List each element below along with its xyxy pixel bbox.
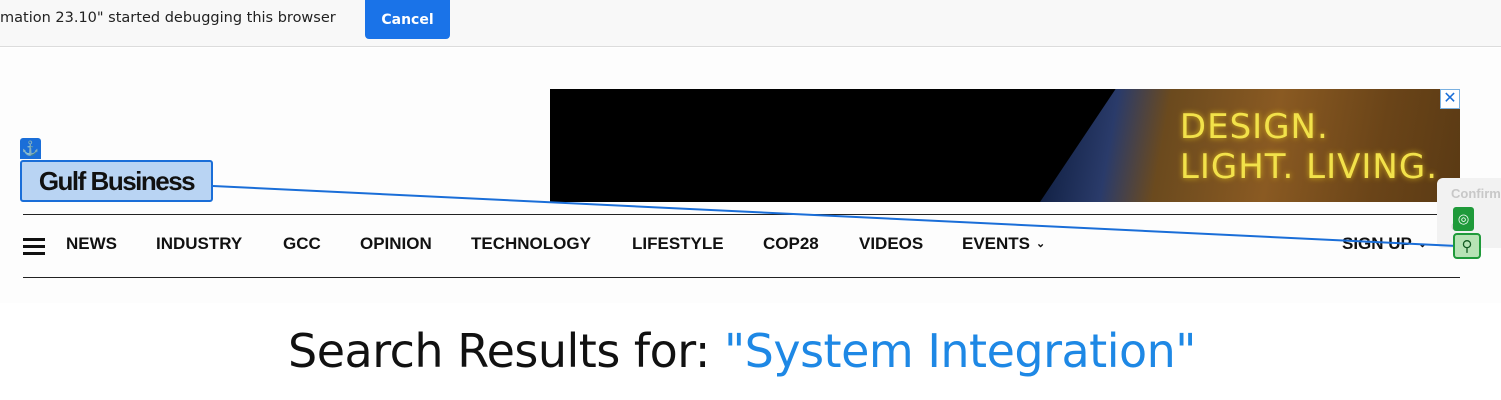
ad-close-icon[interactable]: ✕ <box>1440 89 1460 109</box>
sign-up-link[interactable]: SIGN UP ⌄ <box>1342 234 1427 254</box>
nav-divider-top <box>23 214 1460 215</box>
anchor-icon: ⚓ <box>20 138 41 159</box>
debugging-banner: mation 23.10" started debugging this bro… <box>0 0 1501 47</box>
nav-item-events-label: EVENTS <box>962 234 1031 253</box>
search-results-prefix: Search Results for: <box>288 324 724 378</box>
ad-slogan-line-2: LIGHT. LIVING. <box>1179 147 1438 187</box>
nav-item-gcc[interactable]: GCC <box>283 234 321 254</box>
sign-up-label: SIGN UP <box>1342 234 1412 253</box>
nav-item-lifestyle[interactable]: LIFESTYLE <box>632 234 724 254</box>
confirm-label: Confirm <box>1451 186 1501 201</box>
nav-item-cop28[interactable]: COP28 <box>763 234 819 254</box>
cancel-debugging-button[interactable]: Cancel <box>365 0 450 39</box>
debugging-message: mation 23.10" started debugging this bro… <box>0 10 336 26</box>
chevron-down-icon: ⌄ <box>1417 238 1428 250</box>
nav-item-opinion[interactable]: OPINION <box>360 234 432 254</box>
ad-slogan: DESIGN. LIGHT. LIVING. <box>1180 107 1438 187</box>
nav-divider-bottom <box>23 277 1460 278</box>
chevron-down-icon: ⌄ <box>1036 238 1046 250</box>
ad-slogan-line-1: DESIGN. <box>1179 107 1329 147</box>
nav-item-industry[interactable]: INDUSTRY <box>156 234 242 254</box>
advertisement-banner[interactable]: DESIGN. LIGHT. LIVING. <box>550 89 1460 202</box>
nav-item-events[interactable]: EVENTS ⌄ <box>962 234 1045 254</box>
nav-item-technology[interactable]: TECHNOLOGY <box>471 234 591 254</box>
site-logo[interactable]: Gulf Business <box>20 160 213 202</box>
search-term: "System Integration" <box>724 324 1196 378</box>
target-icon[interactable]: ◎ <box>1453 207 1474 231</box>
nav-item-news[interactable]: NEWS <box>66 234 117 254</box>
search-icon[interactable]: ⚲ <box>1453 233 1481 259</box>
hamburger-menu-icon[interactable] <box>23 238 45 255</box>
nav-item-videos[interactable]: VIDEOS <box>859 234 923 254</box>
search-results-heading: Search Results for: "System Integration" <box>0 324 1484 378</box>
